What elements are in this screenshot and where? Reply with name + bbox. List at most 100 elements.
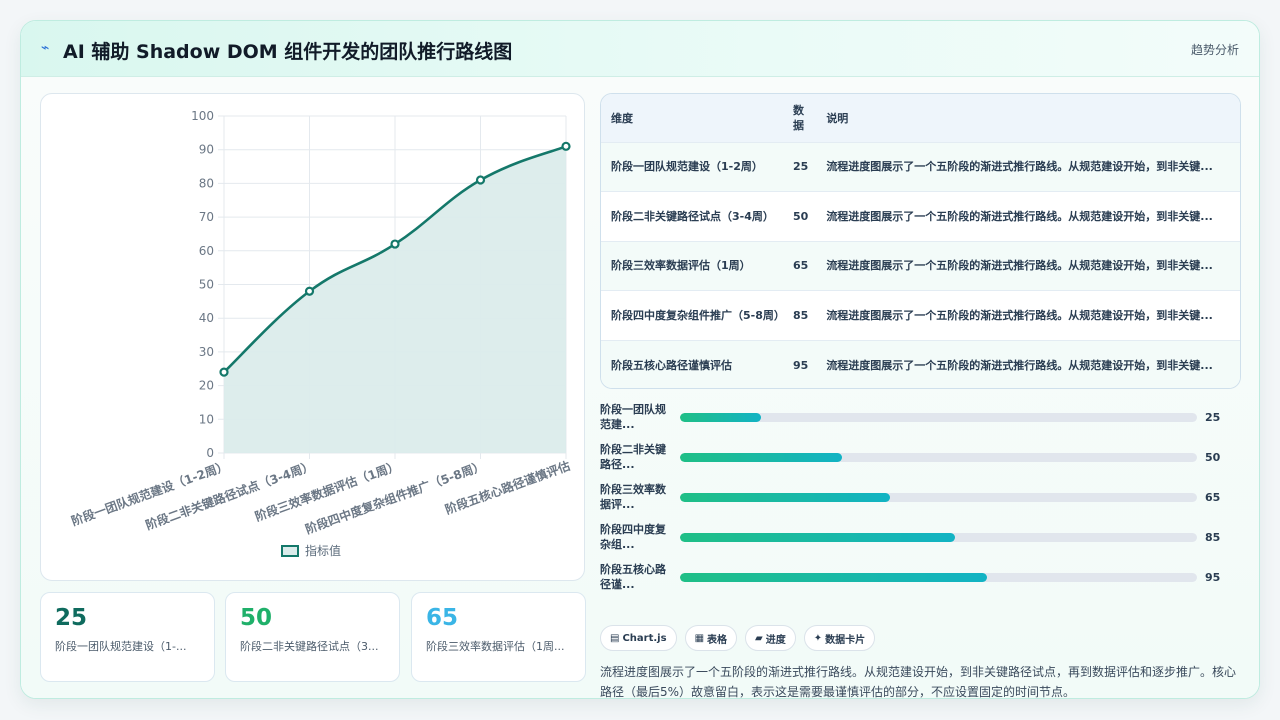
header-note: 说明 <box>826 111 849 125</box>
progress-row: 阶段五核心路径谨... 95 <box>600 560 1241 596</box>
cell-value: 85 <box>793 308 809 322</box>
cell-dimension: 阶段二非关键路径试点（3-4周） <box>611 209 774 223</box>
data-table: 维度 数据 说明 阶段一团队规范建设（1-2周） 25 流程进度图展示了一个五阶… <box>600 93 1241 389</box>
progress-label: 阶段五核心路径谨... <box>600 563 666 591</box>
progress-track <box>680 533 1197 542</box>
y-tick-label: 90 <box>199 143 214 157</box>
header-data: 数据 <box>793 103 804 132</box>
data-point <box>390 239 400 249</box>
table-row[interactable]: 阶段四中度复杂组件推广（5-8周） 85 流程进度图展示了一个五阶段的渐进式推行… <box>601 290 1240 340</box>
progress-row: 阶段三效率数据评... 65 <box>600 480 1241 516</box>
y-tick-label: 10 <box>199 412 214 426</box>
page-title: AI 辅助 Shadow DOM 组件开发的团队推行路线图 <box>63 41 513 63</box>
table-row[interactable]: 阶段三效率数据评估（1周） 65 流程进度图展示了一个五阶段的渐进式推行路线。从… <box>601 241 1240 291</box>
progress-value: 85 <box>1205 531 1221 544</box>
cell-note: 流程进度图展示了一个五阶段的渐进式推行路线。从规范建设开始，到非关键... <box>826 358 1213 372</box>
table-header-row: 维度 数据 说明 <box>601 94 1240 142</box>
stat-card-2: 50 阶段二非关键路径试点（3... <box>225 592 400 682</box>
progress-fill <box>680 493 890 502</box>
progress-row: 阶段一团队规范建... 25 <box>600 400 1241 436</box>
chip-label: Chart.js <box>622 632 667 644</box>
table-icon: ▦ <box>694 632 705 644</box>
progress-fill <box>680 453 842 462</box>
stat-label: 阶段三效率数据评估（1周... <box>426 640 565 653</box>
progress-fill <box>680 413 761 422</box>
progress-label: 阶段四中度复杂组... <box>600 523 666 551</box>
cell-note: 流程进度图展示了一个五阶段的渐进式推行路线。从规范建设开始，到非关键... <box>826 209 1213 223</box>
cell-value: 25 <box>793 160 809 174</box>
legend-label: 指标值 <box>305 544 342 558</box>
cell-note: 流程进度图展示了一个五阶段的渐进式推行路线。从规范建设开始，到非关键... <box>826 259 1213 273</box>
y-tick-label: 80 <box>199 176 214 190</box>
y-tick-label: 40 <box>199 311 214 325</box>
table-row[interactable]: 阶段一团队规范建设（1-2周） 25 流程进度图展示了一个五阶段的渐进式推行路线… <box>601 142 1240 192</box>
cell-dimension: 阶段一团队规范建设（1-2周） <box>611 160 763 174</box>
cell-dimension: 阶段四中度复杂组件推广（5-8周） <box>611 308 785 322</box>
cell-note: 流程进度图展示了一个五阶段的渐进式推行路线。从规范建设开始，到非关键... <box>826 308 1213 322</box>
progress-label: 阶段一团队规范建... <box>600 403 666 431</box>
progress-icon: ▰ <box>755 632 763 644</box>
progress-value: 50 <box>1205 451 1221 464</box>
progress-track <box>680 493 1197 502</box>
cell-note: 流程进度图展示了一个五阶段的渐进式推行路线。从规范建设开始，到非关键... <box>826 160 1213 174</box>
chip-label: 数据卡片 <box>825 634 866 646</box>
progress-track <box>680 453 1197 462</box>
progress-fill <box>680 573 988 582</box>
bolt-icon: ⌁ <box>41 40 50 56</box>
legend-swatch <box>281 544 299 557</box>
chip-label: 进度 <box>765 634 786 646</box>
trend-tag[interactable]: 趋势分析 <box>1191 41 1239 58</box>
progress-track <box>680 573 1197 582</box>
area-chart: 0102030405060708090100阶段一团队规范建设（1-2周）阶段二… <box>69 109 572 537</box>
card-icon: ✦ <box>813 632 823 644</box>
stat-label: 阶段一团队规范建设（1-... <box>55 640 187 653</box>
cell-value: 95 <box>793 358 809 372</box>
chip-table[interactable]: ▦ 表格 <box>684 625 738 651</box>
stat-card-3: 65 阶段三效率数据评估（1周... <box>411 592 586 682</box>
progress-label: 阶段二非关键路径... <box>600 443 666 471</box>
progress-fill <box>680 533 955 542</box>
content-area: 0 10 20 30 40 50 60 70 80 90 100 阶段一团队规范建设（1-2周） 阶段二… <box>21 77 1259 699</box>
y-tick-label: 20 <box>199 379 214 393</box>
data-point <box>561 141 571 151</box>
y-tick-label: 60 <box>199 244 214 258</box>
chip-chartjs[interactable]: ▤ Chart.js <box>600 625 677 651</box>
data-point <box>219 367 229 377</box>
header: ⌁ AI 辅助 Shadow DOM 组件开发的团队推行路线图 趋势分析 <box>21 21 1259 77</box>
description-text: 流程进度图展示了一个五阶段的渐进式推行路线。从规范建设开始，到非关键路径试点，再… <box>600 665 1237 699</box>
chart-legend[interactable]: 指标值 <box>281 542 341 559</box>
stat-value: 65 <box>426 605 459 631</box>
chip-data-card[interactable]: ✦ 数据卡片 <box>803 625 876 651</box>
y-tick-label: 30 <box>199 345 214 359</box>
stat-card-1: 25 阶段一团队规范建设（1-... <box>40 592 215 682</box>
stat-value: 50 <box>240 605 273 631</box>
cell-value: 65 <box>793 259 809 273</box>
y-tick-label: 100 <box>191 109 214 123</box>
y-tick-label: 0 <box>206 446 214 460</box>
table-row[interactable]: 阶段二非关键路径试点（3-4周） 50 流程进度图展示了一个五阶段的渐进式推行路… <box>601 191 1240 241</box>
stat-label: 阶段二非关键路径试点（3... <box>240 640 379 653</box>
cell-dimension: 阶段三效率数据评估（1周） <box>611 259 751 273</box>
chip-progress[interactable]: ▰ 进度 <box>745 625 796 651</box>
progress-value: 95 <box>1205 571 1221 584</box>
chip-label: 表格 <box>707 634 728 646</box>
progress-value: 25 <box>1205 411 1221 424</box>
header-dimension: 维度 <box>611 111 633 125</box>
stat-value: 25 <box>55 605 88 631</box>
dashboard-card: ⌁ AI 辅助 Shadow DOM 组件开发的团队推行路线图 趋势分析 0 10… <box>20 20 1260 699</box>
cell-value: 50 <box>793 209 809 223</box>
chart-icon: ▤ <box>610 632 620 644</box>
chart-panel: 0 10 20 30 40 50 60 70 80 90 100 阶段一团队规范建设（1-2周） 阶段二… <box>40 93 585 581</box>
x-tick-label: 阶段二非关键路径试点（3-4周） <box>143 458 315 533</box>
progress-label: 阶段三效率数据评... <box>600 483 666 511</box>
tech-chips: ▤ Chart.js ▦ 表格 ▰ 进度 ✦ 数据卡片 <box>600 625 876 651</box>
progress-value: 65 <box>1205 491 1221 504</box>
y-tick-label: 50 <box>199 278 214 292</box>
progress-track <box>680 413 1197 422</box>
data-point <box>304 286 315 296</box>
cell-dimension: 阶段五核心路径谨慎评估 <box>611 358 732 372</box>
data-point <box>475 175 486 185</box>
progress-row: 阶段四中度复杂组... 85 <box>600 520 1241 556</box>
table-row[interactable]: 阶段五核心路径谨慎评估 95 流程进度图展示了一个五阶段的渐进式推行路线。从规范… <box>601 340 1240 388</box>
y-tick-label: 70 <box>199 210 214 224</box>
